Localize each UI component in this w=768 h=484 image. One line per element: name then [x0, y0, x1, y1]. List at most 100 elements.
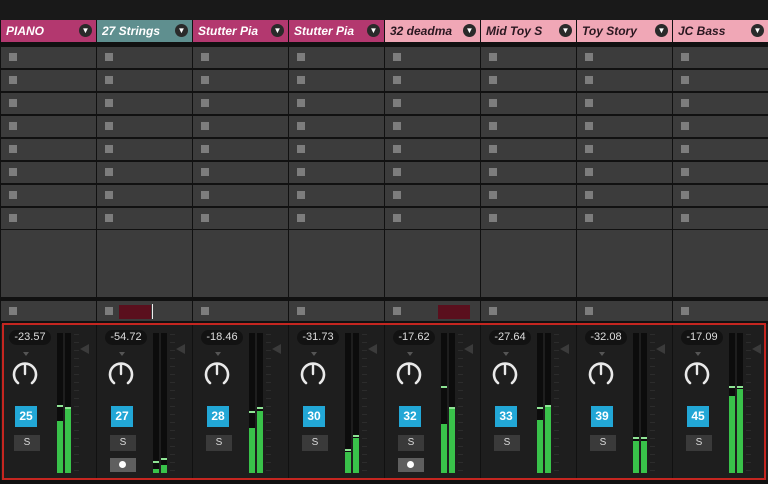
- clip-stop-button[interactable]: [297, 168, 305, 176]
- clip-stop-button[interactable]: [489, 145, 497, 153]
- clip-slot[interactable]: [481, 185, 576, 206]
- fader-handle[interactable]: [656, 344, 665, 354]
- clip-slot[interactable]: [673, 162, 768, 183]
- chevron-down-icon[interactable]: ▼: [559, 24, 572, 37]
- clip-slot[interactable]: [577, 93, 672, 114]
- clip-stop-button[interactable]: [681, 168, 689, 176]
- clip-stop-button[interactable]: [297, 76, 305, 84]
- clip-stop-button[interactable]: [585, 99, 593, 107]
- track-stop-button[interactable]: [393, 307, 401, 315]
- clip-slot[interactable]: [289, 185, 384, 206]
- track-header[interactable]: 27 Strings ▼: [97, 20, 192, 42]
- clip-stop-button[interactable]: [393, 145, 401, 153]
- clip-slot[interactable]: [673, 208, 768, 229]
- send-level-bar[interactable]: [119, 305, 151, 319]
- clip-stop-button[interactable]: [489, 191, 497, 199]
- clip-stop-button[interactable]: [489, 99, 497, 107]
- clip-stop-button[interactable]: [201, 191, 209, 199]
- chevron-down-icon[interactable]: ▼: [751, 24, 764, 37]
- clip-slot[interactable]: [481, 70, 576, 91]
- clip-slot[interactable]: [97, 70, 192, 91]
- solo-button[interactable]: S: [14, 435, 40, 451]
- clip-slot[interactable]: [673, 185, 768, 206]
- volume-readout[interactable]: -17.09: [681, 330, 723, 345]
- clip-slot[interactable]: [481, 47, 576, 68]
- clip-stop-button[interactable]: [585, 191, 593, 199]
- chevron-down-icon[interactable]: ▼: [271, 24, 284, 37]
- solo-button[interactable]: S: [590, 435, 616, 451]
- clip-slot[interactable]: [1, 208, 96, 229]
- clip-stop-button[interactable]: [9, 76, 17, 84]
- clip-stop-button[interactable]: [9, 168, 17, 176]
- fader-handle[interactable]: [560, 344, 569, 354]
- clip-stop-button[interactable]: [489, 214, 497, 222]
- clip-stop-button[interactable]: [9, 53, 17, 61]
- clip-slot[interactable]: [97, 47, 192, 68]
- clip-slot[interactable]: [577, 70, 672, 91]
- chevron-down-icon[interactable]: ▼: [79, 24, 92, 37]
- clip-slot[interactable]: [193, 47, 288, 68]
- clip-stop-button[interactable]: [393, 122, 401, 130]
- clip-stop-button[interactable]: [105, 145, 113, 153]
- clip-slot[interactable]: [577, 116, 672, 137]
- clip-slot[interactable]: [289, 139, 384, 160]
- clip-stop-button[interactable]: [9, 214, 17, 222]
- clip-slot[interactable]: [481, 162, 576, 183]
- clip-stop-button[interactable]: [297, 145, 305, 153]
- clip-stop-button[interactable]: [201, 168, 209, 176]
- clip-stop-button[interactable]: [489, 168, 497, 176]
- clip-slot[interactable]: [193, 139, 288, 160]
- track-activator-button[interactable]: 27: [111, 406, 133, 427]
- volume-readout[interactable]: -32.08: [585, 330, 627, 345]
- volume-readout[interactable]: -18.46: [201, 330, 243, 345]
- clip-stop-button[interactable]: [489, 53, 497, 61]
- pan-knob-icon[interactable]: [682, 359, 712, 389]
- volume-readout[interactable]: -17.62: [393, 330, 435, 345]
- pan-knob-icon[interactable]: [298, 359, 328, 389]
- clip-slot[interactable]: [481, 116, 576, 137]
- clip-slot[interactable]: [1, 70, 96, 91]
- clip-stop-button[interactable]: [585, 76, 593, 84]
- clip-slot[interactable]: [577, 139, 672, 160]
- clip-stop-button[interactable]: [105, 214, 113, 222]
- clip-slot[interactable]: [577, 185, 672, 206]
- track-activator-button[interactable]: 33: [495, 406, 517, 427]
- clip-stop-button[interactable]: [9, 122, 17, 130]
- clip-slot[interactable]: [1, 139, 96, 160]
- clip-slot[interactable]: [1, 47, 96, 68]
- clip-stop-button[interactable]: [9, 145, 17, 153]
- clip-slot[interactable]: [577, 162, 672, 183]
- track-header[interactable]: JC Bass ▼: [673, 20, 768, 42]
- clip-stop-button[interactable]: [585, 122, 593, 130]
- clip-slot[interactable]: [1, 116, 96, 137]
- clip-stop-button[interactable]: [297, 53, 305, 61]
- clip-stop-button[interactable]: [201, 214, 209, 222]
- volume-readout[interactable]: -31.73: [297, 330, 339, 345]
- track-stop-button[interactable]: [9, 307, 17, 315]
- solo-button[interactable]: S: [110, 435, 136, 451]
- clip-slot[interactable]: [385, 162, 480, 183]
- track-stop-button[interactable]: [297, 307, 305, 315]
- clip-slot[interactable]: [289, 70, 384, 91]
- clip-stop-button[interactable]: [105, 122, 113, 130]
- clip-slot[interactable]: [193, 185, 288, 206]
- chevron-down-icon[interactable]: ▼: [175, 24, 188, 37]
- pan-knob-icon[interactable]: [10, 359, 40, 389]
- clip-stop-button[interactable]: [105, 76, 113, 84]
- fader-handle[interactable]: [80, 344, 89, 354]
- monitor-icon[interactable]: [398, 458, 424, 472]
- send-level-bar[interactable]: [438, 305, 470, 319]
- clip-stop-button[interactable]: [105, 191, 113, 199]
- clip-slot[interactable]: [385, 116, 480, 137]
- fader-handle[interactable]: [464, 344, 473, 354]
- clip-stop-button[interactable]: [393, 214, 401, 222]
- clip-slot[interactable]: [481, 139, 576, 160]
- solo-button[interactable]: S: [206, 435, 232, 451]
- clip-stop-button[interactable]: [681, 145, 689, 153]
- clip-stop-button[interactable]: [201, 99, 209, 107]
- track-stop-button[interactable]: [681, 307, 689, 315]
- pan-knob-icon[interactable]: [202, 359, 232, 389]
- clip-stop-button[interactable]: [297, 122, 305, 130]
- track-header[interactable]: Stutter Pia ▼: [193, 20, 288, 42]
- clip-slot[interactable]: [1, 185, 96, 206]
